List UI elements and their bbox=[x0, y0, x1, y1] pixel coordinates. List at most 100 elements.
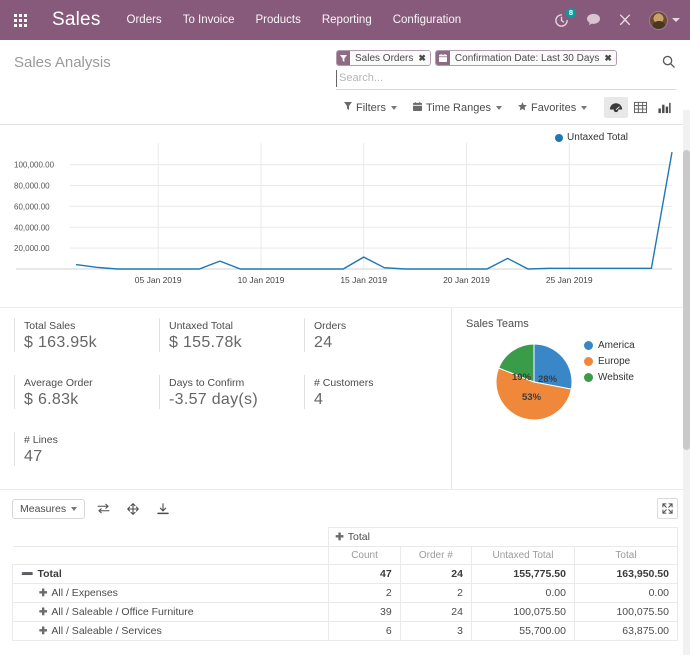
menu-item-configuration[interactable]: Configuration bbox=[393, 14, 461, 26]
filter-funnel-icon bbox=[344, 102, 352, 113]
chevron-down-icon bbox=[391, 106, 397, 110]
messages-chat-icon[interactable] bbox=[586, 13, 601, 27]
pivot-table-wrap: ✚Total Count Order # Untaxed Total Total… bbox=[0, 527, 690, 641]
cell-count: 2 bbox=[329, 584, 400, 603]
cell-count: 39 bbox=[329, 603, 400, 622]
pie-chart-svg bbox=[494, 342, 574, 422]
filter-toolbar: Filters Time Ranges Favorites bbox=[344, 90, 676, 124]
user-menu[interactable] bbox=[649, 11, 680, 30]
collapse-icon[interactable] bbox=[657, 498, 678, 519]
kpi-grid: Total Sales $ 163.95k Untaxed Total $ 15… bbox=[0, 308, 452, 489]
row-label-text: Total bbox=[37, 568, 61, 580]
search-icon[interactable] bbox=[661, 54, 676, 74]
filters-label: Filters bbox=[356, 102, 386, 114]
kpi-days-to-confirm[interactable]: Days to Confirm -3.57 day(s) bbox=[159, 375, 304, 409]
cell-order-number: 24 bbox=[400, 603, 471, 622]
svg-text:10 Jan 2019: 10 Jan 2019 bbox=[238, 275, 285, 285]
filter-funnel-icon bbox=[337, 51, 350, 65]
kpi-value: 4 bbox=[314, 391, 443, 409]
cell-total: 0.00 bbox=[574, 584, 677, 603]
pivot-row-label[interactable]: ➖ Total bbox=[13, 565, 329, 584]
app-brand-sales[interactable]: Sales bbox=[52, 9, 101, 31]
collapse-row-icon[interactable]: ➖ bbox=[21, 569, 33, 580]
pivot-row-label[interactable]: ✚All / Saleable / Services bbox=[13, 622, 329, 641]
tools-wrench-icon[interactable] bbox=[618, 13, 632, 27]
menu-item-products[interactable]: Products bbox=[255, 14, 300, 26]
download-xlsx-icon[interactable] bbox=[151, 499, 175, 519]
pivot-col-total[interactable]: Total bbox=[574, 547, 677, 565]
cell-order-number: 24 bbox=[400, 565, 471, 584]
view-button-graph[interactable] bbox=[652, 97, 676, 118]
view-button-pivot[interactable] bbox=[628, 97, 652, 118]
expand-all-icon[interactable] bbox=[121, 499, 145, 519]
kpi-average-order[interactable]: Average Order $ 6.83k bbox=[14, 375, 159, 409]
cell-total: 163,950.50 bbox=[574, 565, 677, 584]
kpi-value: $ 163.95k bbox=[24, 334, 153, 352]
kpi-label: Orders bbox=[314, 320, 443, 332]
cell-untaxed-total: 55,700.00 bbox=[471, 622, 574, 641]
chevron-down-icon bbox=[581, 106, 587, 110]
pivot-row-label[interactable]: ✚All / Expenses bbox=[13, 584, 329, 603]
svg-text:40,000.00: 40,000.00 bbox=[14, 223, 50, 232]
pivot-col-order-number[interactable]: Order # bbox=[400, 547, 471, 565]
line-chart-svg: 20,000.0040,000.0060,000.0080,000.00100,… bbox=[8, 131, 682, 299]
clock-activity-icon[interactable]: 8 bbox=[554, 13, 569, 28]
search-input[interactable] bbox=[336, 70, 650, 87]
kpi-untaxed-total[interactable]: Untaxed Total $ 155.78k bbox=[159, 318, 304, 352]
filters-dropdown[interactable]: Filters bbox=[344, 102, 397, 114]
measures-dropdown-button[interactable]: Measures bbox=[12, 499, 85, 519]
cell-total: 63,875.00 bbox=[574, 622, 677, 641]
pivot-col-count[interactable]: Count bbox=[329, 547, 400, 565]
page-scrollbar-thumb[interactable] bbox=[683, 150, 690, 450]
svg-text:80,000.00: 80,000.00 bbox=[14, 182, 50, 191]
search-box[interactable]: Sales Orders ✖ Confirmation Date: Last 3… bbox=[336, 50, 676, 90]
search-area: Sales Orders ✖ Confirmation Date: Last 3… bbox=[336, 50, 676, 90]
table-row[interactable]: ✚All / Saleable / Services 6 3 55,700.00… bbox=[13, 622, 678, 641]
pivot-col-untaxed-total[interactable]: Untaxed Total bbox=[471, 547, 574, 565]
pivot-table: ✚Total Count Order # Untaxed Total Total… bbox=[12, 527, 678, 641]
pivot-total-group-header[interactable]: ✚Total bbox=[329, 528, 678, 547]
expand-row-icon[interactable]: ✚ bbox=[39, 588, 47, 599]
calendar-icon bbox=[413, 102, 422, 114]
time-ranges-dropdown[interactable]: Time Ranges bbox=[413, 102, 502, 114]
pie-holder[interactable]: 28% 53% 19% bbox=[494, 342, 678, 427]
expand-row-icon[interactable]: ✚ bbox=[39, 626, 47, 637]
pivot-body: ➖Total 47 24 155,775.50 163,950.50 ✚All … bbox=[13, 565, 678, 641]
favorites-dropdown[interactable]: Favorites bbox=[518, 102, 587, 114]
apps-grid-icon bbox=[14, 14, 27, 27]
expand-total-icon[interactable]: ✚ bbox=[335, 532, 343, 543]
star-icon bbox=[518, 102, 527, 114]
activity-count-badge: 8 bbox=[566, 8, 576, 18]
view-button-dashboard[interactable] bbox=[604, 97, 628, 118]
svg-text:25 Jan 2019: 25 Jan 2019 bbox=[546, 275, 593, 285]
sales-line-chart[interactable]: Untaxed Total 20,000.0040,000.0060,000.0… bbox=[0, 125, 690, 307]
kpi-label: # Lines bbox=[24, 434, 153, 446]
pivot-column-header-row: Count Order # Untaxed Total Total bbox=[13, 547, 678, 565]
table-row[interactable]: ✚All / Saleable / Office Furniture 39 24… bbox=[13, 603, 678, 622]
menu-item-reporting[interactable]: Reporting bbox=[322, 14, 372, 26]
kpi-customers[interactable]: # Customers 4 bbox=[304, 375, 449, 409]
menu-item-orders[interactable]: Orders bbox=[127, 14, 162, 26]
svg-text:20 Jan 2019: 20 Jan 2019 bbox=[443, 275, 490, 285]
page-title: Sales Analysis bbox=[14, 50, 111, 71]
cell-count: 6 bbox=[329, 622, 400, 641]
kpi-label: Untaxed Total bbox=[169, 320, 298, 332]
cell-order-number: 3 bbox=[400, 622, 471, 641]
table-row[interactable]: ➖Total 47 24 155,775.50 163,950.50 bbox=[13, 565, 678, 584]
facet-label: Confirmation Date: Last 30 Days bbox=[450, 51, 604, 65]
facet-remove-button[interactable]: ✖ bbox=[417, 51, 430, 65]
apps-menu-button[interactable] bbox=[6, 6, 34, 34]
kpi-orders[interactable]: Orders 24 bbox=[304, 318, 449, 352]
facet-remove-button[interactable]: ✖ bbox=[603, 51, 616, 65]
kpi-lines[interactable]: # Lines 47 bbox=[14, 432, 159, 466]
pivot-row-label[interactable]: ✚All / Saleable / Office Furniture bbox=[13, 603, 329, 622]
table-row[interactable]: ✚All / Expenses 2 2 0.00 0.00 bbox=[13, 584, 678, 603]
facet-confirmation-date[interactable]: Confirmation Date: Last 30 Days ✖ bbox=[435, 50, 617, 66]
expand-row-icon[interactable]: ✚ bbox=[39, 607, 47, 618]
kpi-total-sales[interactable]: Total Sales $ 163.95k bbox=[14, 318, 159, 352]
menu-item-to-invoice[interactable]: To Invoice bbox=[183, 14, 235, 26]
chart-legend: Untaxed Total bbox=[555, 132, 628, 143]
flip-axis-icon[interactable] bbox=[91, 499, 115, 519]
svg-text:20,000.00: 20,000.00 bbox=[14, 244, 50, 253]
facet-sales-orders[interactable]: Sales Orders ✖ bbox=[336, 50, 431, 66]
